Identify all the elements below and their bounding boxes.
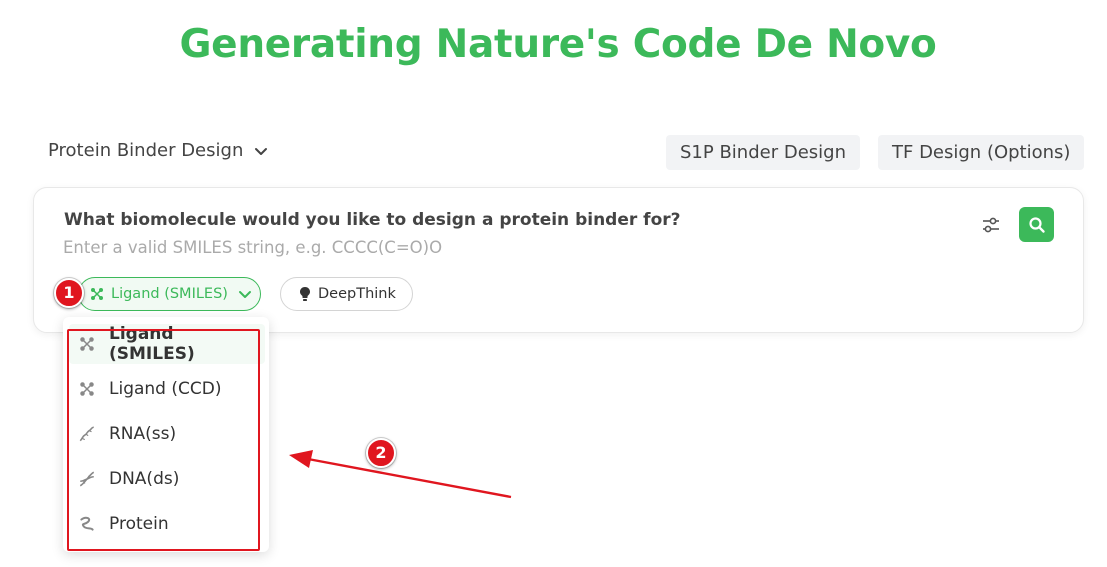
menu-item-ligand-smiles[interactable]: Ligand (SMILES): [69, 324, 265, 364]
lightbulb-icon: [300, 287, 310, 301]
menu-item-protein[interactable]: Protein: [69, 504, 265, 544]
menu-item-label: Ligand (SMILES): [109, 324, 195, 364]
query-question: What biomolecule would you like to desig…: [64, 210, 681, 230]
search-icon: [1028, 216, 1045, 233]
search-button[interactable]: [1019, 207, 1054, 242]
deepthink-toggle[interactable]: DeepThink: [280, 277, 413, 311]
smiles-input[interactable]: [63, 233, 943, 261]
mode-select-dropdown[interactable]: Protein Binder Design: [48, 140, 269, 161]
molecule-icon: [80, 337, 94, 351]
molecule-icon: [91, 288, 103, 300]
rna-icon: [79, 426, 94, 442]
chevron-down-icon: [238, 291, 251, 298]
dna-icon: [79, 471, 95, 487]
menu-item-label: Protein: [109, 514, 169, 534]
biomolecule-type-menu: Ligand (SMILES) Ligand (CCD) RNA(ss) DNA…: [63, 317, 269, 552]
menu-item-rna[interactable]: RNA(ss): [69, 414, 265, 454]
molecule-icon: [80, 382, 94, 396]
ligand-type-label: Ligand (SMILES): [111, 286, 228, 302]
page-title: Generating Nature's Code De Novo: [179, 22, 937, 67]
menu-item-dna[interactable]: DNA(ds): [69, 459, 265, 499]
protein-icon: [80, 516, 94, 531]
s1p-binder-design-button[interactable]: S1P Binder Design: [666, 135, 860, 170]
tf-design-options-button[interactable]: TF Design (Options): [878, 135, 1085, 170]
menu-item-label: Ligand (CCD): [109, 379, 222, 399]
deepthink-label: DeepThink: [318, 286, 396, 302]
menu-item-ligand-ccd[interactable]: Ligand (CCD): [69, 369, 265, 409]
ligand-type-select[interactable]: Ligand (SMILES): [78, 277, 261, 311]
menu-item-label: DNA(ds): [109, 469, 180, 489]
mode-select-label: Protein Binder Design: [48, 140, 244, 161]
menu-item-label: RNA(ss): [109, 424, 177, 444]
annotation-badge-1: 1: [54, 278, 84, 308]
chevron-down-icon: [255, 147, 268, 155]
sliders-icon[interactable]: [981, 215, 1001, 235]
annotation-badge-2: 2: [366, 438, 396, 468]
query-card: What biomolecule would you like to desig…: [33, 187, 1084, 333]
